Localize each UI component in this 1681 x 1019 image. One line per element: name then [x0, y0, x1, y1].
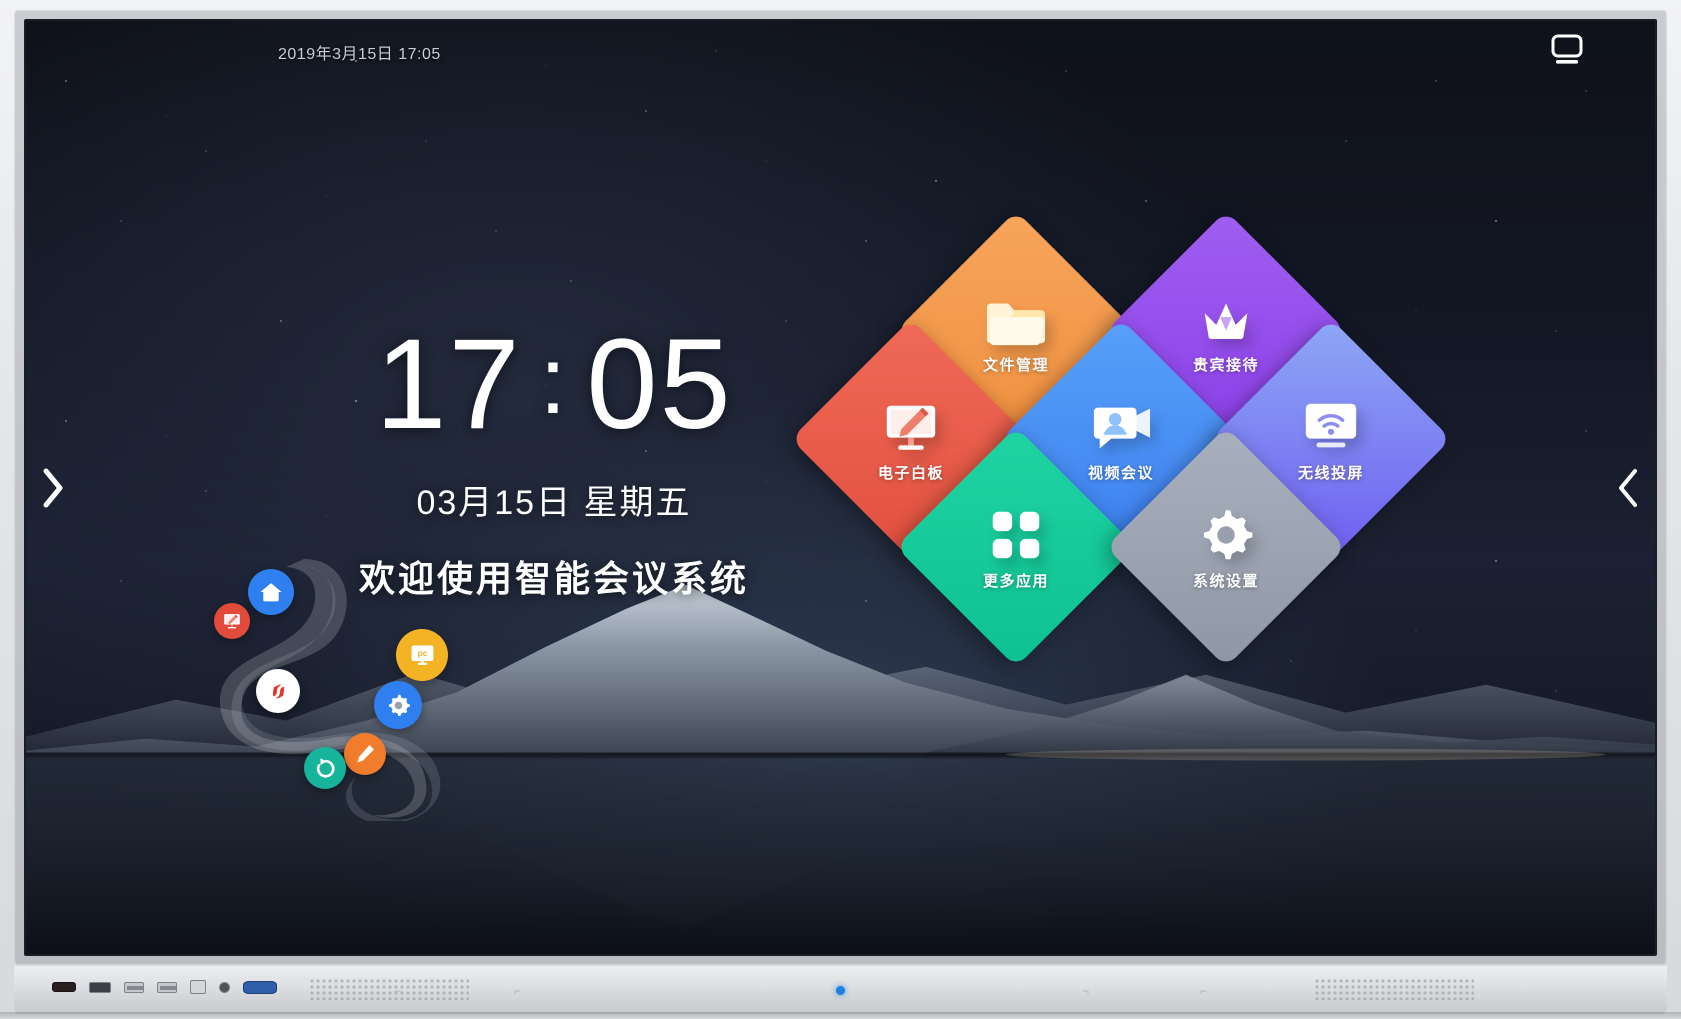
device-shadow	[0, 1012, 1681, 1019]
grid-apps-icon	[985, 504, 1047, 566]
wifi-monitor-icon	[1300, 396, 1362, 458]
usb-port-1	[124, 981, 144, 993]
power-indicator-led	[836, 986, 845, 995]
next-page-arrow[interactable]	[32, 455, 74, 521]
port-row	[52, 980, 277, 994]
home-icon	[258, 579, 284, 605]
tile-content: 系统设置	[1141, 462, 1311, 632]
previous-page-arrow[interactable]	[1607, 455, 1649, 521]
dock-pc-button[interactable]: pc	[396, 629, 448, 681]
dock-pen-button[interactable]	[344, 733, 386, 775]
hdmi-port	[89, 981, 111, 993]
whiteboard-icon	[880, 396, 942, 458]
home-screen: 2019年3月15日 17:05 17 : 05 03月15日 星期五 欢迎使用…	[26, 21, 1655, 954]
mount-mark-left2: ⌐	[514, 984, 522, 998]
usb-b-port	[190, 980, 206, 994]
dock-settings-button[interactable]	[374, 681, 422, 729]
mount-mark-left: ⌐	[394, 984, 402, 998]
brand-logo-icon	[266, 679, 291, 704]
tile-content: 更多应用	[931, 462, 1101, 632]
tile-label: 系统设置	[1192, 572, 1259, 590]
crown-icon	[1195, 288, 1257, 350]
dock-logo-button[interactable]	[256, 669, 300, 713]
tile-more-apps[interactable]: 更多应用	[895, 426, 1137, 668]
pc-icon: pc	[408, 641, 437, 670]
mount-mark-right2: ⌐	[1200, 984, 1208, 998]
svg-text:pc: pc	[417, 647, 427, 657]
clock-colon: :	[539, 327, 569, 434]
whiteboard-icon	[222, 611, 242, 631]
chevron-right-icon	[43, 468, 63, 507]
dock-back-button[interactable]	[304, 747, 346, 789]
dock-whiteboard-button[interactable]	[214, 603, 250, 639]
interactive-flat-panel-device: 2019年3月15日 17:05 17 : 05 03月15日 星期五 欢迎使用…	[0, 0, 1681, 1019]
ir-receiver-port	[52, 982, 76, 992]
gear-icon	[1195, 504, 1257, 566]
vga-port	[243, 980, 277, 994]
back-arrow-icon	[313, 756, 337, 780]
status-bar-right	[1549, 34, 1585, 71]
speaker-grille-left	[309, 978, 469, 1000]
chevron-left-icon	[1619, 468, 1637, 507]
pen-icon	[353, 742, 377, 766]
audio-jack-port	[219, 981, 230, 993]
video-chat-icon	[1090, 396, 1152, 458]
speaker-grille-right	[1314, 978, 1474, 1000]
monitor-icon[interactable]	[1549, 34, 1585, 71]
clock-minutes: 05	[586, 313, 733, 456]
app-tile-grid: 文件管理 贵宾接待 电子白板 视频会议 无线投屏 更多应用 系统设置	[726, 210, 1452, 668]
tile-label: 更多应用	[982, 572, 1049, 590]
mount-mark-right: ¬	[1082, 984, 1090, 998]
status-bar: 2019年3月15日 17:05	[26, 21, 1655, 83]
clock-hours: 17	[375, 313, 522, 456]
floating-dock[interactable]: pc	[186, 551, 486, 824]
folder-icon	[985, 288, 1047, 350]
dock-home-button[interactable]	[248, 569, 294, 615]
usb-port-2	[157, 981, 177, 993]
status-datetime: 2019年3月15日 17:05	[278, 46, 441, 63]
gear-icon	[385, 692, 412, 719]
tile-system-settings[interactable]: 系统设置	[1105, 426, 1347, 668]
bottom-bezel: ⌐ ⌐ ¬ ⌐	[14, 966, 1667, 1014]
